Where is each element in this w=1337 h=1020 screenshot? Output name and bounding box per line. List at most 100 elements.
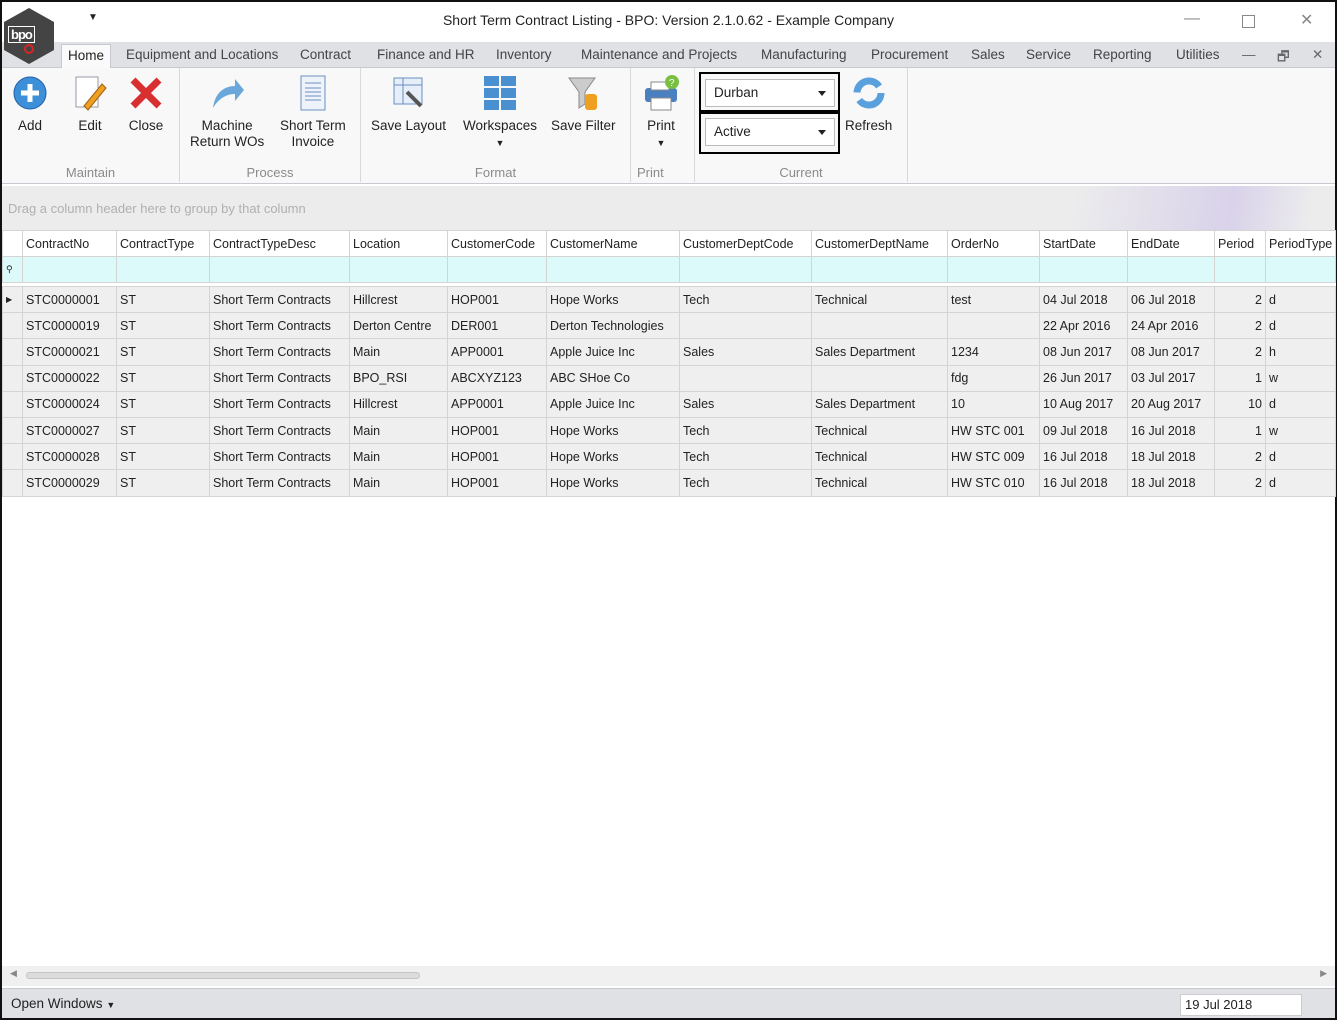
cell-contractno[interactable]: STC0000001 (22, 285, 117, 314)
tab-contract[interactable]: Contract (300, 47, 351, 62)
cell-period[interactable]: 2 (1214, 338, 1266, 366)
status-dropdown[interactable]: Active (705, 118, 835, 146)
cell-contracttypedesc[interactable]: Short Term Contracts (209, 416, 350, 445)
cell-customername[interactable]: Hope Works (546, 443, 680, 471)
cell-orderno[interactable]: HW STC 009 (947, 443, 1040, 471)
filter-cell[interactable] (116, 256, 210, 283)
cell-customerdeptname[interactable]: Technical (811, 416, 948, 445)
cell-customercode[interactable]: HOP001 (447, 285, 547, 314)
close-button[interactable]: Close (128, 74, 164, 134)
cell-customerdeptname[interactable]: Technical (811, 469, 948, 497)
cell-customercode[interactable]: ABCXYZ123 (447, 364, 547, 392)
cell-contractno[interactable]: STC0000029 (22, 469, 117, 497)
filter-cell[interactable] (546, 256, 680, 283)
cell-customerdeptcode[interactable]: Tech (679, 416, 812, 445)
cell-contracttypedesc[interactable]: Short Term Contracts (209, 443, 350, 471)
cell-orderno[interactable] (947, 312, 1040, 340)
column-header-enddate[interactable]: EndDate (1127, 230, 1215, 257)
group-by-panel[interactable]: Drag a column header here to group by th… (2, 186, 1335, 230)
tab-equipment-locations[interactable]: Equipment and Locations (126, 47, 278, 62)
row-indicator[interactable] (2, 469, 23, 497)
save-filter-button[interactable]: Save Filter (551, 74, 616, 134)
tab-utilities[interactable]: Utilities (1176, 47, 1220, 62)
filter-cell[interactable] (811, 256, 948, 283)
column-header-customercode[interactable]: CustomerCode (447, 230, 547, 257)
horizontal-scrollbar[interactable]: ◀ ▶ (2, 966, 1335, 986)
cell-startdate[interactable]: 16 Jul 2018 (1039, 443, 1128, 471)
cell-location[interactable]: Hillcrest (349, 390, 448, 418)
row-indicator[interactable]: ▶ (2, 285, 23, 314)
filter-cell[interactable] (947, 256, 1040, 283)
cell-customerdeptcode[interactable]: Tech (679, 469, 812, 497)
cell-customerdeptname[interactable]: Sales Department (811, 390, 948, 418)
tab-maintenance-projects[interactable]: Maintenance and Projects (581, 47, 737, 62)
cell-contracttypedesc[interactable]: Short Term Contracts (209, 312, 350, 340)
cell-contracttype[interactable]: ST (116, 364, 210, 392)
cell-customername[interactable]: Hope Works (546, 469, 680, 497)
cell-contractno[interactable]: STC0000021 (22, 338, 117, 366)
cell-periodtype[interactable]: d (1265, 443, 1336, 471)
filter-cell[interactable] (447, 256, 547, 283)
cell-customerdeptcode[interactable]: Tech (679, 443, 812, 471)
tab-procurement[interactable]: Procurement (871, 47, 948, 62)
cell-enddate[interactable]: 18 Jul 2018 (1127, 443, 1215, 471)
cell-customername[interactable]: Hope Works (546, 416, 680, 445)
add-button[interactable]: Add (12, 74, 48, 134)
column-header-contracttypedesc[interactable]: ContractTypeDesc (209, 230, 350, 257)
cell-period[interactable]: 10 (1214, 390, 1266, 418)
cell-contractno[interactable]: STC0000028 (22, 443, 117, 471)
column-header-contracttype[interactable]: ContractType (116, 230, 210, 257)
workspaces-button[interactable]: Workspaces ▼ (463, 74, 537, 151)
column-header-customername[interactable]: CustomerName (546, 230, 680, 257)
cell-customerdeptname[interactable]: Technical (811, 443, 948, 471)
cell-location[interactable]: Main (349, 338, 448, 366)
cell-periodtype[interactable]: h (1265, 338, 1336, 366)
cell-customerdeptcode[interactable] (679, 364, 812, 392)
cell-periodtype[interactable]: d (1265, 312, 1336, 340)
cell-contracttype[interactable]: ST (116, 443, 210, 471)
row-indicator[interactable] (2, 364, 23, 392)
cell-periodtype[interactable]: w (1265, 416, 1336, 445)
cell-customername[interactable]: Apple Juice Inc (546, 338, 680, 366)
cell-contracttypedesc[interactable]: Short Term Contracts (209, 364, 350, 392)
tab-manufacturing[interactable]: Manufacturing (761, 47, 847, 62)
cell-location[interactable]: Derton Centre (349, 312, 448, 340)
close-window-button[interactable]: ✕ (1300, 10, 1313, 30)
maximize-button[interactable] (1242, 15, 1255, 28)
cell-startdate[interactable]: 09 Jul 2018 (1039, 416, 1128, 445)
cell-customercode[interactable]: HOP001 (447, 443, 547, 471)
table-row[interactable]: STC0000021 ST Short Term Contracts Main APP0… (2, 338, 1336, 366)
cell-contracttype[interactable]: ST (116, 338, 210, 366)
tab-finance-hr[interactable]: Finance and HR (377, 47, 475, 62)
cell-location[interactable]: Hillcrest (349, 285, 448, 314)
cell-enddate[interactable]: 24 Apr 2016 (1127, 312, 1215, 340)
cell-enddate[interactable]: 03 Jul 2017 (1127, 364, 1215, 392)
cell-contractno[interactable]: STC0000024 (22, 390, 117, 418)
print-button[interactable]: ? Print ▼ (643, 74, 679, 151)
machine-return-wos-button[interactable]: Machine Return WOs (190, 74, 264, 150)
minimize-button[interactable]: — (1184, 10, 1200, 28)
cell-contractno[interactable]: STC0000027 (22, 416, 117, 445)
cell-orderno[interactable]: 1234 (947, 338, 1040, 366)
cell-customername[interactable]: ABC SHoe Co (546, 364, 680, 392)
cell-customerdeptcode[interactable]: Sales (679, 390, 812, 418)
cell-periodtype[interactable]: w (1265, 364, 1336, 392)
cell-customerdeptname[interactable]: Sales Department (811, 338, 948, 366)
cell-period[interactable]: 2 (1214, 469, 1266, 497)
table-row[interactable]: STC0000024 ST Short Term Contracts Hillcres… (2, 390, 1336, 418)
cell-customerdeptcode[interactable]: Tech (679, 285, 812, 314)
scroll-right-icon[interactable]: ▶ (1320, 968, 1327, 979)
filter-cell[interactable] (679, 256, 812, 283)
table-row[interactable]: STC0000029 ST Short Term Contracts Main HOP0… (2, 469, 1336, 497)
cell-customerdeptname[interactable] (811, 312, 948, 340)
filter-cell[interactable] (209, 256, 350, 283)
cell-contracttypedesc[interactable]: Short Term Contracts (209, 390, 350, 418)
cell-enddate[interactable]: 08 Jun 2017 (1127, 338, 1215, 366)
open-windows-button[interactable]: Open Windows ▼ (11, 996, 115, 1011)
column-header-customerdeptname[interactable]: CustomerDeptName (811, 230, 948, 257)
row-indicator[interactable] (2, 390, 23, 418)
cell-customername[interactable]: Derton Technologies (546, 312, 680, 340)
short-term-invoice-button[interactable]: Short Term Invoice (280, 74, 346, 150)
cell-orderno[interactable]: test (947, 285, 1040, 314)
cell-orderno[interactable]: fdg (947, 364, 1040, 392)
